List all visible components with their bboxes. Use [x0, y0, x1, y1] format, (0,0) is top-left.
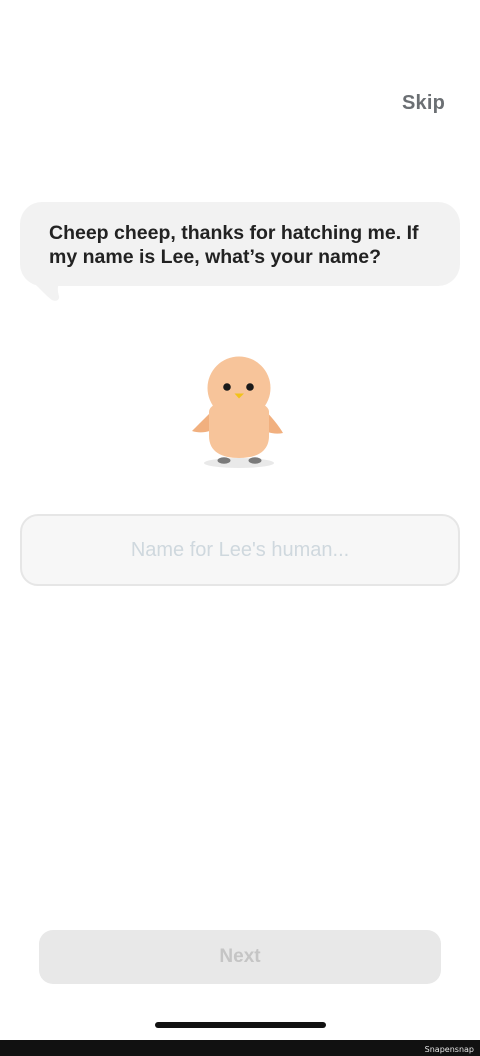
home-indicator [155, 1022, 326, 1028]
chick-right-eye [246, 383, 254, 391]
chick-left-foot [217, 457, 231, 464]
name-input-container [20, 514, 460, 586]
speech-bubble-tail [28, 278, 62, 301]
chick-shadow [204, 458, 274, 468]
watermark-bar: Snapensnap [0, 1040, 480, 1056]
chick-right-foot [248, 457, 262, 464]
skip-button[interactable]: Skip [402, 92, 445, 115]
speech-bubble: Cheep cheep, thanks for hatching me. If … [20, 202, 460, 286]
speech-text: Cheep cheep, thanks for hatching me. If … [49, 222, 419, 268]
next-button[interactable]: Next [39, 930, 441, 984]
watermark-text: Snapensnap [424, 1045, 474, 1054]
chick-mascot-icon [192, 356, 283, 468]
chick-head [207, 356, 271, 420]
human-name-input[interactable] [22, 516, 458, 584]
chick-left-eye [223, 383, 231, 391]
